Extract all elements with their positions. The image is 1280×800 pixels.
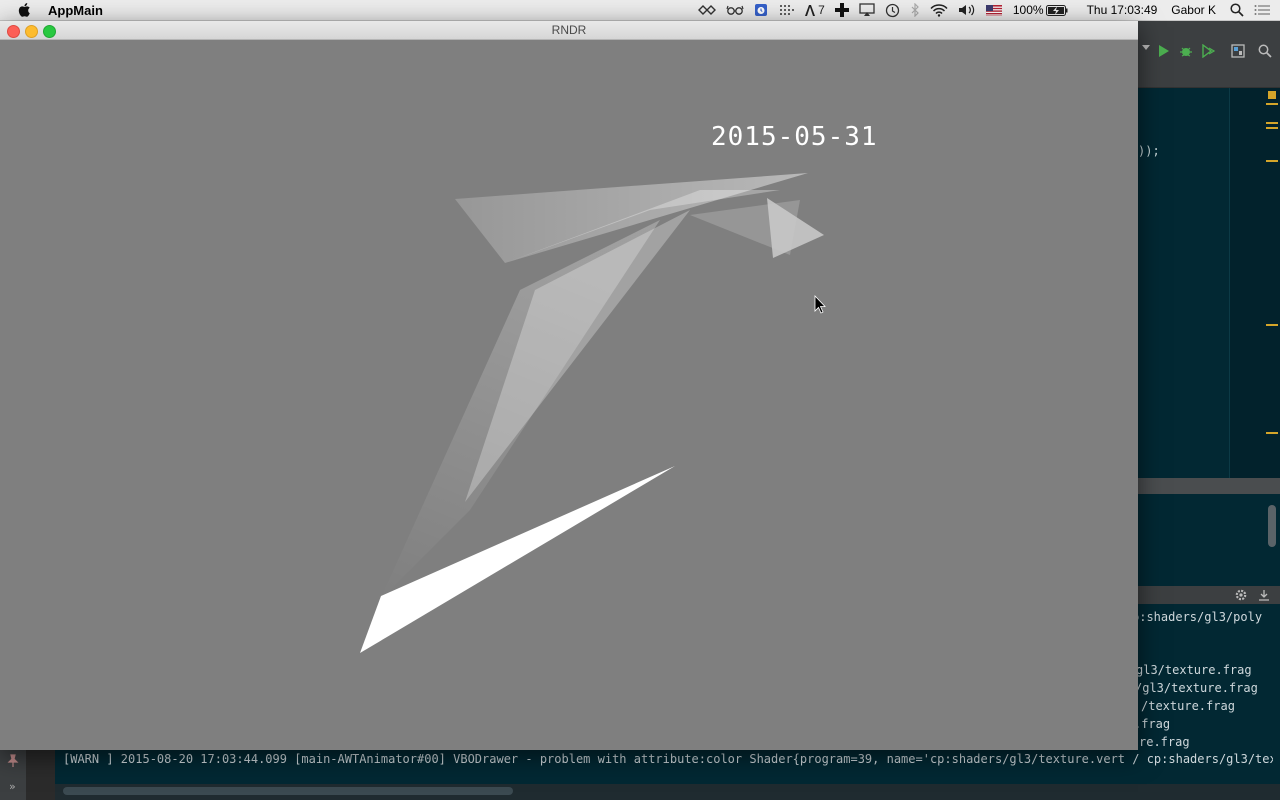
console-warn-line: [WARN ] 2015-08-20 17:03:44.099 [main-AW… [63,752,1273,766]
adobe-creative-cloud-icon[interactable]: 7 [804,0,825,20]
run-icon[interactable] [1158,45,1170,57]
plus-cross-icon[interactable] [834,0,849,20]
console-line: .frag [1134,717,1171,731]
pin-icon[interactable] [6,754,20,768]
render-canvas[interactable]: 2015-05-31 [0,40,1138,750]
grid-dots-icon[interactable] [778,0,795,20]
diamond-link-icon[interactable] [698,0,717,20]
battery-charging-icon[interactable] [1045,0,1068,20]
wifi-icon[interactable] [930,0,948,20]
debug-icon[interactable] [1179,44,1193,58]
ide-panel-splitter[interactable] [1138,478,1280,494]
ide-secondary-panel [1138,494,1280,586]
us-flag-input-icon[interactable] [985,0,1002,20]
coverage-icon[interactable] [1201,44,1215,58]
gutter-marker[interactable] [1266,324,1278,326]
gutter-marker[interactable] [1266,160,1278,162]
horizontal-scrollbar[interactable] [55,784,1280,800]
ide-toolbar [1138,21,1280,62]
rndr-window: RNDR 2015-05-31 [0,21,1138,750]
ide-error-stripe [1229,88,1280,478]
console-line: p:shaders/gl3/poly [1132,610,1263,624]
search-everywhere-icon[interactable] [1258,44,1272,58]
console-line: /gl3/texture.frag [1135,681,1258,695]
status-indicator-icon[interactable] [1268,91,1276,99]
adobe-badge-count: 7 [818,3,825,17]
gutter-marker[interactable] [1266,432,1278,434]
gutter-marker[interactable] [1266,103,1278,105]
gutter-marker[interactable] [1266,122,1278,124]
airplay-icon[interactable] [859,0,875,20]
run-panel-header [1138,586,1280,604]
settings-gear-icon[interactable] [1234,588,1248,602]
menu-bar-status-area: 7 100% Thu 17:03:49 Gabor K [693,0,1280,20]
gutter-marker[interactable] [1266,127,1278,129]
alarm-clock-icon[interactable] [754,0,768,20]
date-label: 2015-05-31 [711,122,878,152]
console-line: re.frag [1139,735,1190,749]
render-graphics [360,173,826,653]
code-line: )); [1138,144,1160,158]
bluetooth-icon[interactable] [910,0,920,20]
console-line: /texture.frag [1141,699,1235,713]
more-tools-chevron-icon[interactable]: » [9,780,16,793]
battery-percent[interactable]: 100% [1013,3,1044,17]
app-name-menu[interactable]: AppMain [48,3,103,18]
menu-bar-clock[interactable]: Thu 17:03:49 [1087,3,1158,17]
ide-editor-tabs [1138,61,1280,88]
time-machine-icon[interactable] [885,0,900,20]
glasses-icon[interactable] [726,0,744,20]
project-structure-icon[interactable] [1231,44,1245,58]
horizontal-scrollbar-thumb[interactable] [63,787,513,795]
menu-bar: AppMain 7 100% Thu 17:03:49 Gabor K [0,0,1280,21]
vertical-scrollbar-thumb[interactable] [1268,505,1276,547]
window-title: RNDR [551,23,587,37]
mouse-cursor-icon [814,295,826,314]
notification-center-icon[interactable] [1254,0,1270,20]
rndr-title-bar[interactable]: RNDR [0,21,1138,40]
run-config-dropdown-icon[interactable] [1142,45,1150,50]
spotlight-search-icon[interactable] [1230,0,1244,20]
console-line: gl3/texture.frag [1136,663,1252,677]
volume-icon[interactable] [958,0,976,20]
user-name-menu[interactable]: Gabor K [1171,3,1216,17]
apple-logo-icon[interactable] [16,2,34,18]
ide-left-toolbar: » [0,748,26,800]
hide-panel-icon[interactable] [1258,588,1270,602]
